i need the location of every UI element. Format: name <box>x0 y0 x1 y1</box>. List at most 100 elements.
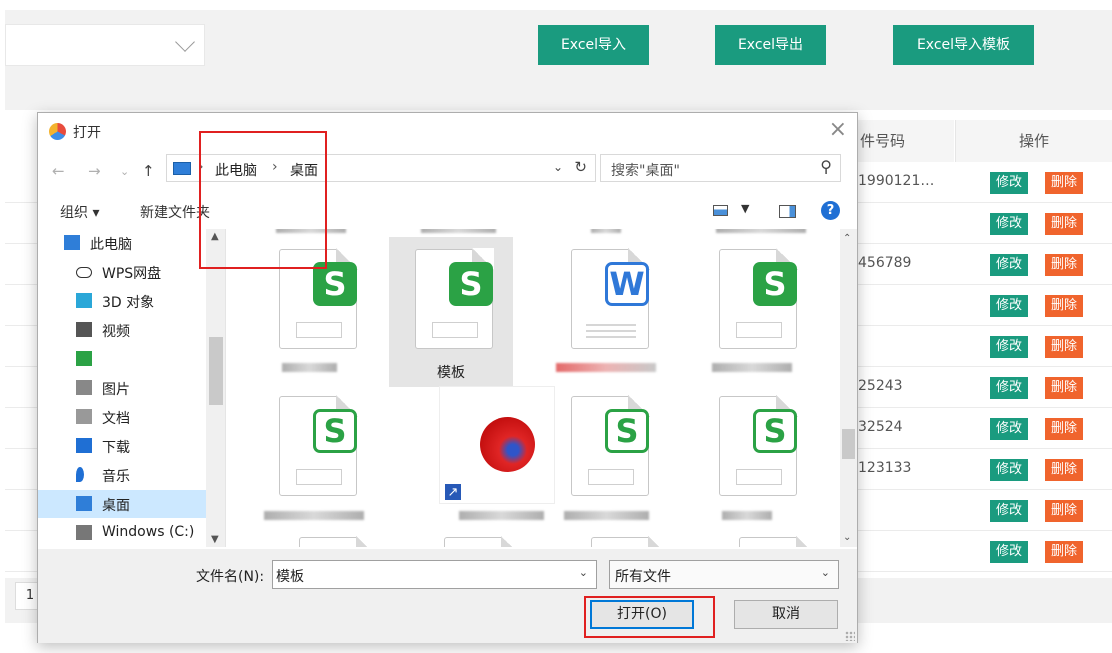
computer-icon <box>173 162 191 175</box>
view-mode-icon[interactable] <box>713 205 728 216</box>
video-icon <box>76 322 92 337</box>
delete-button[interactable]: 删除 <box>1045 172 1083 194</box>
wps-writer-icon: W <box>605 262 649 306</box>
file-name-blurred <box>591 229 621 233</box>
filetype-select[interactable]: 所有文件 ⌄ <box>609 560 839 589</box>
filter-select[interactable] <box>5 24 205 66</box>
spreadsheet-file-icon: S <box>415 248 494 349</box>
file-tile[interactable]: S <box>536 386 666 536</box>
refresh-icon[interactable]: ↻ <box>574 158 587 176</box>
sidebar-item[interactable]: 桌面 <box>38 490 206 518</box>
delete-button[interactable]: 删除 <box>1045 336 1083 358</box>
scrollbar-thumb[interactable] <box>209 337 223 405</box>
organize-button[interactable]: 组织 ▾ <box>60 202 99 222</box>
edit-button[interactable]: 修改 <box>990 377 1028 399</box>
excel-export-button[interactable]: Excel导出 <box>715 25 826 65</box>
file-tile-template[interactable]: S 模板 <box>389 237 513 387</box>
filename-input[interactable]: 模板 ⌄ <box>272 560 597 589</box>
music-icon <box>76 467 84 482</box>
edit-button[interactable]: 修改 <box>990 254 1028 276</box>
scroll-up-icon[interactable]: ⌃ <box>843 233 851 244</box>
sidebar-item[interactable]: 3D 对象 <box>38 287 206 315</box>
drive-icon <box>76 525 92 540</box>
file-list-scrollbar[interactable]: ⌃ ⌄ <box>840 229 857 547</box>
sidebar-item-label: 3D 对象 <box>102 295 155 311</box>
cloud-icon <box>76 267 92 278</box>
document-icon <box>76 409 92 424</box>
sidebar-item[interactable]: 此电脑 <box>38 229 194 257</box>
edit-button[interactable]: 修改 <box>990 336 1028 358</box>
chevron-down-icon[interactable]: ⌄ <box>553 160 563 174</box>
edit-button[interactable]: 修改 <box>990 500 1028 522</box>
partial-file-icon <box>299 536 378 547</box>
search-box[interactable]: 搜索"桌面" ⚲ <box>600 154 841 182</box>
view-dropdown-icon[interactable]: ▼ <box>741 202 749 215</box>
edit-button[interactable]: 修改 <box>990 418 1028 440</box>
file-tile-shortcut[interactable]: ↗ <box>389 386 555 536</box>
delete-button[interactable]: 删除 <box>1045 541 1083 563</box>
column-header-actions: 操作 <box>955 120 1112 162</box>
sidebar-item[interactable]: WPS网盘 <box>38 258 206 286</box>
column-header-id-number: 件号码 <box>858 120 954 162</box>
forward-arrow-icon[interactable]: → <box>88 162 101 180</box>
file-tile[interactable]: W <box>536 239 666 389</box>
download-icon <box>76 438 92 453</box>
sidebar-item-label: 下载 <box>102 440 130 456</box>
sidebar-item[interactable]: 视频 <box>38 316 206 344</box>
filetype-value: 所有文件 <box>615 569 671 585</box>
delete-button[interactable]: 删除 <box>1045 418 1083 440</box>
delete-button[interactable]: 删除 <box>1045 500 1083 522</box>
close-icon[interactable]: × <box>829 119 847 141</box>
preview-pane-icon[interactable] <box>779 205 796 218</box>
sidebar-item-label: 音乐 <box>102 469 130 485</box>
help-icon[interactable]: ? <box>821 201 840 220</box>
edit-button[interactable]: 修改 <box>990 295 1028 317</box>
chevron-down-icon[interactable]: ⌄ <box>579 566 588 579</box>
up-arrow-icon[interactable]: ↑ <box>142 162 155 180</box>
excel-import-button[interactable]: Excel导入 <box>538 25 649 65</box>
filename-value: 模板 <box>276 569 304 585</box>
search-icon[interactable]: ⚲ <box>820 157 832 176</box>
edit-button[interactable]: 修改 <box>990 459 1028 481</box>
resize-grip-icon[interactable] <box>845 631 855 641</box>
file-name: 模板 <box>437 365 465 381</box>
excel-template-button[interactable]: Excel导入模板 <box>893 25 1034 65</box>
delete-button[interactable]: 删除 <box>1045 295 1083 317</box>
edit-button[interactable]: 修改 <box>990 172 1028 194</box>
sidebar-item[interactable]: Windows (C:) <box>38 519 206 547</box>
table-cell-id: 32524 <box>858 419 903 435</box>
sidebar-item[interactable]: 文档 <box>38 403 206 431</box>
chevron-down-icon: ⌄ <box>820 566 830 579</box>
sidebar-item[interactable]: 下载 <box>38 432 206 460</box>
highlight-box <box>199 131 327 269</box>
table-cell-id: 25243 <box>858 378 903 394</box>
dialog-toolbar: 组织 ▾ 新建文件夹 ▼ ? <box>38 193 857 227</box>
delete-button[interactable]: 删除 <box>1045 213 1083 235</box>
spreadsheet-file-icon: S <box>571 395 650 496</box>
file-tile[interactable]: S <box>684 386 814 536</box>
wps-logo-icon <box>49 123 66 140</box>
scrollbar-thumb[interactable] <box>842 429 855 459</box>
delete-button[interactable]: 删除 <box>1045 377 1083 399</box>
delete-button[interactable]: 删除 <box>1045 254 1083 276</box>
picture-icon <box>76 380 92 395</box>
file-tile[interactable]: S <box>684 239 814 389</box>
open-file-dialog: 打开 × ← → ⌄ ↑ › 此电脑 › 桌面 ⌄ ↻ 搜索"桌面" ⚲ 组织 … <box>37 112 858 643</box>
scroll-down-icon[interactable]: ▼ <box>211 534 219 545</box>
wps-sheet-icon: S <box>753 409 797 453</box>
file-tile[interactable]: S <box>244 386 374 536</box>
edit-button[interactable]: 修改 <box>990 213 1028 235</box>
back-arrow-icon[interactable]: ← <box>52 162 65 180</box>
scroll-down-icon[interactable]: ⌄ <box>843 532 851 543</box>
sidebar-item[interactable] <box>38 345 206 373</box>
dialog-title-bar: 打开 × <box>38 113 857 149</box>
file-name-blurred <box>712 363 792 372</box>
edit-button[interactable]: 修改 <box>990 541 1028 563</box>
sidebar-scrollbar[interactable]: ▲ ▼ <box>206 229 225 547</box>
search-placeholder: 搜索"桌面" <box>611 163 680 179</box>
sidebar-item[interactable]: 音乐 <box>38 461 206 489</box>
cancel-button[interactable]: 取消 <box>734 600 838 629</box>
recent-dropdown-icon[interactable]: ⌄ <box>120 165 129 178</box>
delete-button[interactable]: 删除 <box>1045 459 1083 481</box>
sidebar-item[interactable]: 图片 <box>38 374 206 402</box>
